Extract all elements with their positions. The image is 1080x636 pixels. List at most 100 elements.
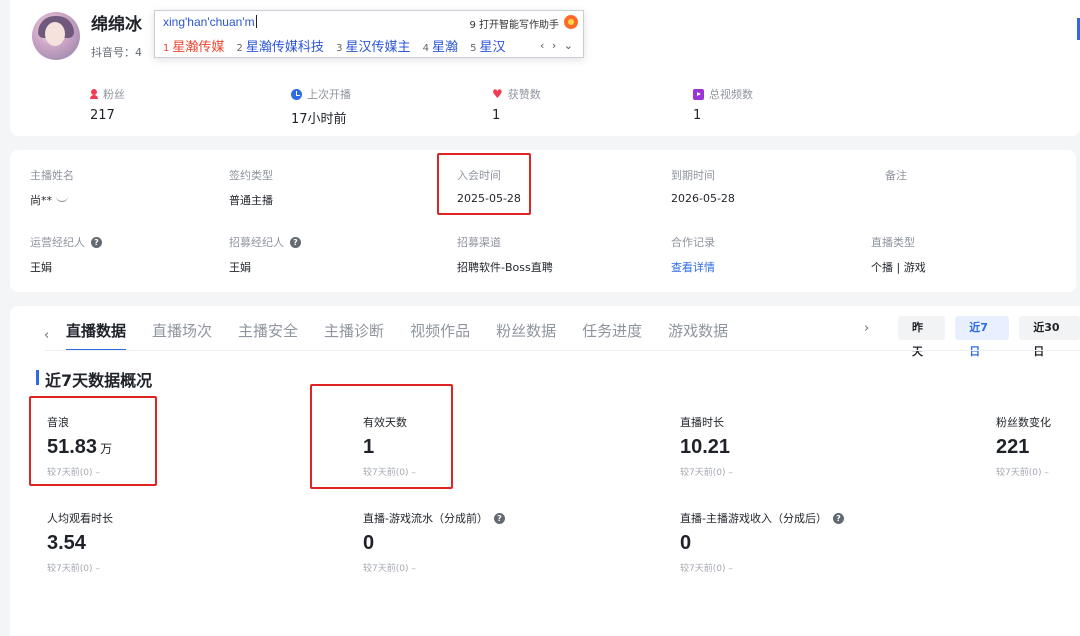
highlight-box	[437, 153, 531, 215]
info-ops-agent: 运营经纪人? 王娟	[30, 234, 102, 275]
info-key: 到期时间	[671, 169, 715, 182]
metric-value: 0	[680, 532, 692, 554]
info-value: 王娟	[229, 261, 251, 274]
ime-candidate-window[interactable]: xing'han'chuan'm 9 打开智能写作助手 1 星瀚传媒 2 星瀚传媒科…	[154, 10, 584, 58]
metric-card: 直播-主播游戏收入（分成后）? 0 较7天前(0) –	[680, 510, 844, 574]
metric-compare: 较7天前(0) –	[680, 468, 733, 478]
metric-value: 3.54	[47, 532, 86, 554]
metric-label: 直播时长	[680, 416, 724, 429]
info-key: 备注	[885, 169, 907, 182]
info-recruit-channel: 招募渠道 招聘软件-Boss直聘	[457, 234, 553, 275]
metric-card: 直播-游戏流水（分成前）? 0 较7天前(0) –	[363, 510, 505, 574]
metric-value: 10.21	[680, 436, 731, 458]
metric-card: 直播时长 10.21 较7天前(0) –	[680, 414, 733, 478]
tab-video-works[interactable]: 视频作品	[410, 320, 470, 351]
help-icon[interactable]: ?	[290, 236, 301, 248]
info-key: 招募经纪人	[229, 236, 284, 249]
tab-live-data[interactable]: 直播数据	[66, 320, 127, 351]
highlight-box	[29, 396, 157, 486]
tab-streamer-diagnosis[interactable]: 主播诊断	[324, 320, 384, 351]
ime-writing-assistant-link[interactable]: 9 打开智能写作助手	[469, 16, 559, 31]
info-contract-type: 签约类型 普通主播	[229, 167, 273, 208]
avatar-face	[45, 22, 65, 46]
help-icon[interactable]: ?	[493, 512, 505, 524]
range-7d-button[interactable]: 近7日	[955, 316, 1010, 358]
stat-value: 17小时前	[291, 112, 347, 127]
tabs-scroll-right-icon[interactable]: ›	[864, 321, 869, 336]
profile-card: 绵绵冰 抖音号：4 xing'han'chuan'm 9 打开智能写作助手 1星…	[10, 0, 1080, 136]
info-live-type: 直播类型 个播 | 游戏	[871, 234, 926, 275]
tabs-scroll-left-icon[interactable]: ‹	[44, 328, 66, 343]
clock-icon	[291, 88, 302, 100]
info-cooperation-record: 合作记录 查看详情	[671, 234, 715, 275]
date-range-selector: 昨天 近7日 近30日	[898, 316, 1080, 358]
douyin-id: 抖音号：4	[91, 46, 142, 59]
section-title: 近7天数据概况	[36, 367, 152, 391]
ime-candidate[interactable]: 5 星汉	[470, 40, 505, 55]
fans-icon	[90, 89, 98, 99]
live-data-card: ‹ 直播数据 直播场次 主播安全 主播诊断 视频作品 粉丝数据 任务进度 游戏数…	[10, 306, 1080, 636]
help-icon[interactable]: ?	[91, 236, 102, 248]
data-tab-bar: ‹ 直播数据 直播场次 主播安全 主播诊断 视频作品 粉丝数据 任务进度 游戏数…	[44, 320, 754, 351]
tab-game-data[interactable]: 游戏数据	[668, 320, 728, 351]
info-expire-date: 到期时间 2026-05-28	[671, 167, 735, 205]
stat-likes: ♥ 获赞数 1	[492, 86, 541, 124]
info-recruit-agent: 招募经纪人? 王娟	[229, 234, 301, 275]
tab-fan-data[interactable]: 粉丝数据	[496, 320, 556, 351]
info-value: 王娟	[30, 261, 52, 274]
ime-candidate-list: 1 星瀚传媒 2 星瀚传媒科技 3 星汉传媒主 4 星瀚 5 星汉	[163, 36, 514, 55]
tab-live-sessions[interactable]: 直播场次	[152, 320, 212, 351]
metric-compare: 较7天前(0) –	[680, 564, 733, 574]
stat-label: 总视频数	[709, 88, 753, 101]
info-key: 直播类型	[871, 236, 915, 249]
info-key: 合作记录	[671, 236, 715, 249]
metric-label: 直播-主播游戏收入（分成后）	[680, 512, 827, 525]
ime-candidate[interactable]: 4 星瀚	[423, 40, 458, 55]
metric-compare: 较7天前(0) –	[996, 468, 1049, 478]
info-remark: 备注	[885, 167, 907, 192]
range-30d-button[interactable]: 近30日	[1019, 316, 1080, 358]
avatar[interactable]	[32, 12, 80, 60]
range-yesterday-button[interactable]: 昨天	[898, 316, 946, 358]
ime-candidate[interactable]: 1 星瀚传媒	[163, 40, 224, 55]
ime-page-nav[interactable]: ‹ › ⌄	[540, 39, 575, 52]
stat-label: 上次开播	[307, 88, 351, 101]
metric-label: 人均观看时长	[47, 512, 113, 525]
info-key: 主播姓名	[30, 169, 74, 182]
info-value: 2026-05-28	[671, 192, 735, 205]
info-value: 招聘软件-Boss直聘	[457, 261, 553, 274]
stat-label: 粉丝	[103, 88, 125, 101]
eye-closed-icon[interactable]	[56, 196, 68, 202]
metric-label: 直播-游戏流水（分成前）	[363, 512, 488, 525]
metric-card: 人均观看时长 3.54 较7天前(0) –	[47, 510, 113, 574]
metric-value: 0	[363, 532, 375, 554]
view-details-link[interactable]: 查看详情	[671, 259, 715, 275]
contract-info-card: 主播姓名 尚** 签约类型 普通主播 入会时间 2025-05-28 到期时间 …	[10, 150, 1076, 292]
info-key: 运营经纪人	[30, 236, 85, 249]
highlight-box	[310, 384, 453, 489]
stat-videos: 总视频数 1	[693, 86, 753, 123]
tab-task-progress[interactable]: 任务进度	[582, 320, 642, 351]
info-streamer-name: 主播姓名 尚**	[30, 167, 74, 208]
ime-pinyin-input: xing'han'chuan'm	[163, 15, 257, 29]
streamer-nickname: 绵绵冰	[91, 15, 142, 35]
metric-compare: 较7天前(0) –	[47, 564, 100, 574]
video-icon	[693, 88, 704, 100]
ime-assistant-icon[interactable]	[564, 15, 578, 29]
heart-icon: ♥	[492, 86, 503, 101]
metric-value: 221	[996, 436, 1030, 458]
tab-streamer-safety[interactable]: 主播安全	[238, 320, 298, 351]
text-caret	[255, 15, 257, 28]
info-value: 个播 | 游戏	[871, 261, 926, 274]
stat-label: 获赞数	[507, 88, 541, 101]
ime-candidate[interactable]: 3 星汉传媒主	[336, 40, 410, 55]
help-icon[interactable]: ?	[832, 512, 844, 524]
tab-divider	[44, 350, 1080, 351]
ime-candidate[interactable]: 2 星瀚传媒科技	[237, 40, 324, 55]
stat-value: 1	[492, 108, 501, 123]
metric-compare: 较7天前(0) –	[363, 564, 416, 574]
stat-fans: 粉丝 217	[90, 86, 125, 123]
info-key: 招募渠道	[457, 236, 501, 249]
metric-card: 粉丝数变化 221 较7天前(0) –	[996, 414, 1051, 478]
info-value: 普通主播	[229, 194, 273, 207]
